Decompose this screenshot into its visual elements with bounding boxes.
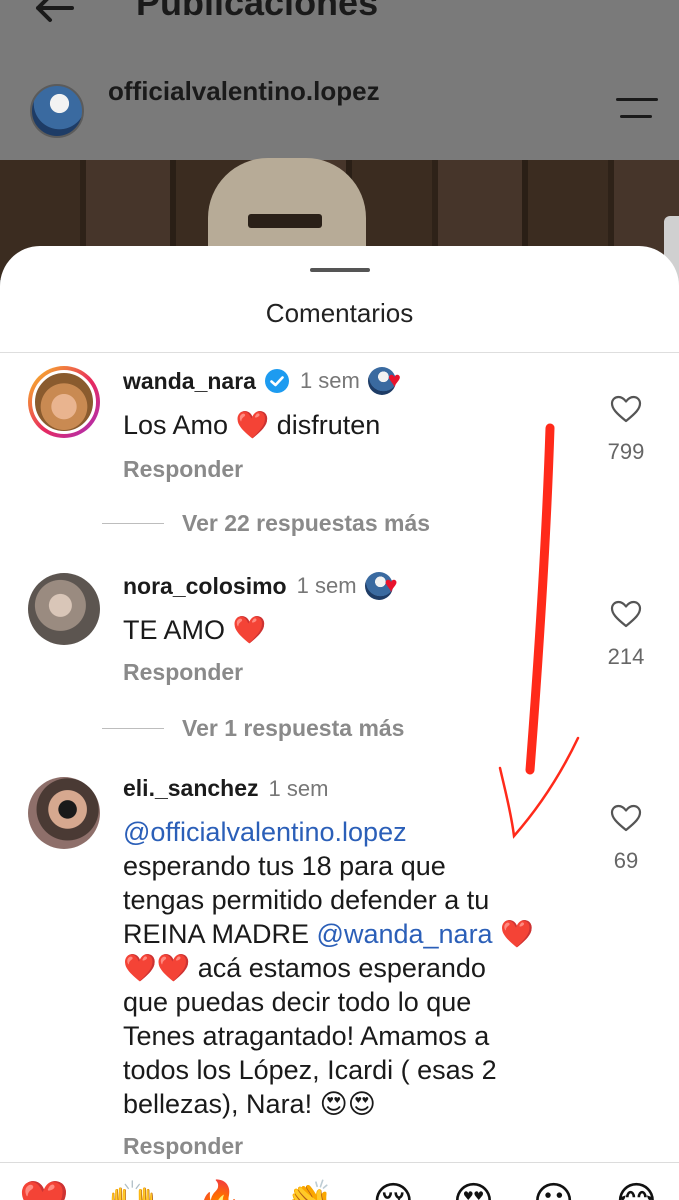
comment-header: nora_colosimo 1 sem ♥ (123, 571, 413, 601)
post-header: Publicaciones officialvalentino.lopez (0, 0, 679, 160)
heart-outline-icon[interactable] (610, 394, 642, 424)
emoji-surprised[interactable]: 😮 (533, 1182, 575, 1200)
like-count: 799 (607, 439, 645, 464)
emoji-heart-eyes[interactable]: 😍 (453, 1182, 495, 1200)
emoji-heart[interactable]: ❤️ (19, 1182, 69, 1200)
avatar[interactable] (28, 777, 100, 849)
emoji-quick-bar: ❤️ 🙌 🔥 👏 😢 😍 😮 😂 (0, 1182, 679, 1200)
comment-username[interactable]: wanda_nara (123, 368, 256, 395)
menu-icon[interactable] (616, 98, 658, 124)
verified-badge-icon (264, 369, 289, 393)
reply-button[interactable]: Responder (123, 1133, 243, 1160)
back-arrow-icon[interactable] (28, 0, 78, 34)
like-control[interactable]: 799 (600, 394, 652, 465)
sheet-drag-handle[interactable] (310, 268, 370, 272)
emoji-fire[interactable]: 🔥 (196, 1182, 246, 1200)
profile-avatar[interactable] (30, 84, 84, 138)
reply-button[interactable]: Responder (123, 456, 243, 483)
view-more-replies[interactable]: Ver 22 respuestas más (102, 510, 430, 537)
like-count: 214 (607, 644, 645, 669)
creator-liked-icon: ♥ (367, 366, 416, 396)
comment-time: 1 sem (296, 573, 357, 598)
page-title: Publicaciones (136, 0, 379, 23)
comment-text: @officialvalentino.lopez esperando tus 1… (123, 815, 583, 1121)
comment-header: eli._sanchez 1 sem (123, 775, 328, 802)
profile-username[interactable]: officialvalentino.lopez (108, 76, 380, 107)
emoji-clap[interactable]: 👏 (284, 1182, 334, 1200)
comment-text: Los Amo ❤️ disfruten (123, 410, 381, 440)
view-more-replies[interactable]: Ver 1 respuesta más (102, 715, 404, 742)
comment-time: 1 sem (299, 368, 360, 393)
heart-outline-icon[interactable] (610, 599, 642, 629)
comment-header: wanda_nara 1 sem ♥ (123, 366, 416, 396)
mention-link[interactable]: @wanda_nara (317, 919, 493, 949)
avatar[interactable] (28, 573, 100, 645)
reply-button[interactable]: Responder (123, 659, 243, 686)
heart-outline-icon[interactable] (610, 803, 642, 833)
avatar[interactable] (28, 366, 100, 438)
like-control[interactable]: 214 (600, 599, 652, 670)
mention-link[interactable]: @officialvalentino.lopez (123, 815, 583, 849)
emoji-raised-hands[interactable]: 🙌 (108, 1182, 158, 1200)
sheet-title: Comentarios (265, 298, 414, 328)
divider (0, 352, 679, 353)
comments-sheet: Comentarios wanda_nara 1 sem ♥ Los Amo ❤… (0, 246, 679, 1200)
comment-time: 1 sem (268, 775, 329, 801)
creator-liked-icon: ♥ (364, 571, 413, 601)
like-count: 69 (613, 848, 639, 873)
comment-text: TE AMO ❤️ (123, 615, 267, 645)
like-control[interactable]: 69 (600, 803, 652, 874)
emoji-cry[interactable]: 😢 (372, 1182, 414, 1200)
divider (0, 1162, 679, 1163)
comment-username[interactable]: nora_colosimo (123, 573, 287, 600)
emoji-laugh[interactable]: 😂 (613, 1182, 660, 1200)
comment-username[interactable]: eli._sanchez (123, 775, 259, 802)
